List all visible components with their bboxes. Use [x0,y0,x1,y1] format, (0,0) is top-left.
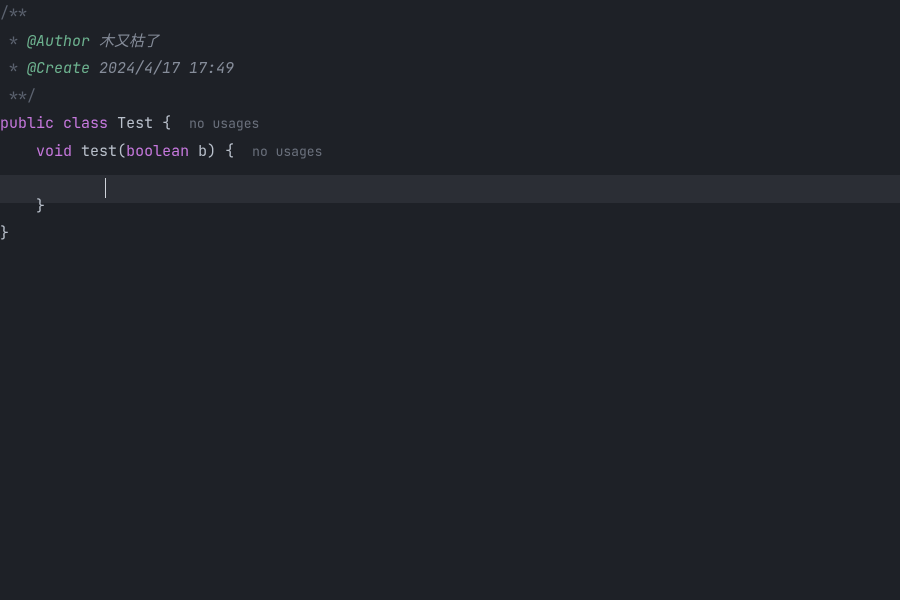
code-content[interactable]: /** * @Author 木又枯了 * @Create 2024/4/17 1… [0,0,900,248]
code-line[interactable]: * @Author 木又枯了 [0,28,900,56]
doc-tag-author: @Author [27,31,90,51]
code-line[interactable]: **/ [0,83,900,111]
code-line[interactable]: /** [0,0,900,28]
code-editor[interactable]: /** * @Author 木又枯了 * @Create 2024/4/17 1… [0,0,900,600]
brace-close: } [36,196,45,216]
method-name: test [81,141,117,161]
kw-boolean: boolean [126,141,189,161]
indent [0,168,72,188]
doc-tag-create: @Create [27,58,90,78]
rparen: ) [207,141,216,161]
inlay-hint-no-usages: no usages [189,115,259,132]
code-line[interactable]: public class Test { no usages [0,110,900,138]
inlay-hint-no-usages: no usages [252,143,322,160]
code-line-current[interactable] [0,165,900,193]
brace-open: { [162,113,171,133]
brace-close: } [0,223,9,243]
doc-open: /** [0,3,27,23]
doc-star: * [0,31,27,51]
kw-class: class [63,113,108,133]
code-line[interactable]: } [0,193,900,221]
kw-void: void [36,141,72,161]
text-caret [105,178,106,198]
space [153,113,162,133]
doc-star: * [0,58,27,78]
space [54,113,63,133]
space [216,141,225,161]
param-b: b [198,141,207,161]
space [72,141,81,161]
doc-close: **/ [0,86,36,106]
space [189,141,198,161]
lparen: ( [117,141,126,161]
code-line[interactable]: void test(boolean b) { no usages [0,138,900,166]
code-line[interactable]: * @Create 2024/4/17 17:49 [0,55,900,83]
indent [0,196,36,216]
space [108,113,117,133]
class-name: Test [117,113,153,133]
kw-public: public [0,113,54,133]
doc-val-author: 木又枯了 [90,31,159,51]
code-line[interactable]: } [0,220,900,248]
indent [0,141,36,161]
brace-open: { [225,141,234,161]
doc-val-create: 2024/4/17 17:49 [90,58,234,78]
